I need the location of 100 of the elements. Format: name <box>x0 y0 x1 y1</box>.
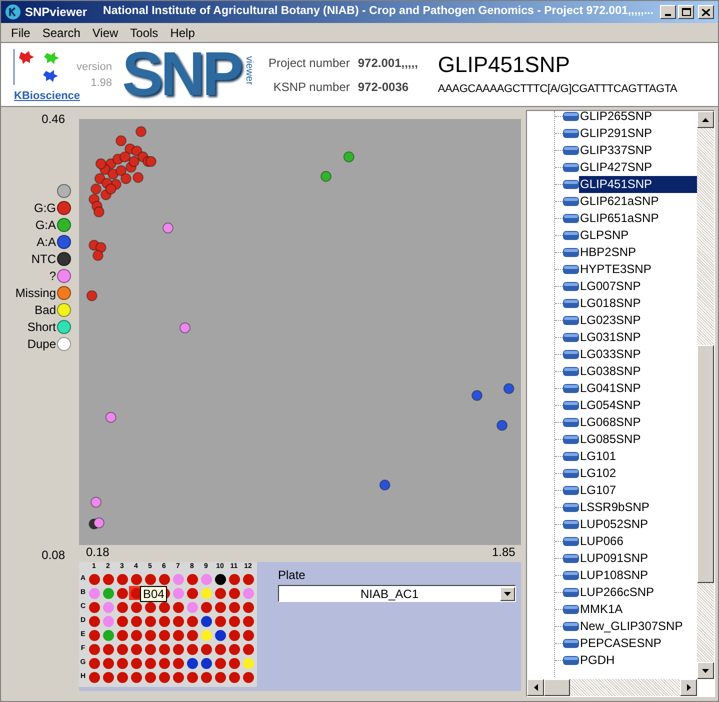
scroll-right-button[interactable] <box>680 679 697 696</box>
tag-icon <box>563 571 579 580</box>
tag-icon <box>563 333 579 342</box>
tree-item[interactable]: New_GLIP307SNP <box>579 618 683 635</box>
legend-label: ? <box>49 269 56 283</box>
menu-item[interactable]: Search <box>36 24 86 42</box>
plate-dropdown[interactable]: NIAB_AC1 <box>278 585 516 602</box>
menu-item[interactable]: View <box>86 24 124 42</box>
tree-item[interactable]: GLIP265SNP <box>579 111 652 125</box>
data-point <box>116 165 127 176</box>
tree-item[interactable]: GLPSNP <box>579 227 629 244</box>
tree-item[interactable]: LG023SNP <box>579 312 641 329</box>
tree-item[interactable]: LG038SNP <box>579 363 641 380</box>
tag-icon <box>563 435 579 444</box>
tag-icon <box>563 197 579 206</box>
tag-icon <box>563 384 579 393</box>
up-arrow-icon <box>702 118 709 122</box>
plate-label: Plate <box>278 567 306 584</box>
minimize-button[interactable] <box>660 5 676 19</box>
window-title: SNPviewer <box>25 4 88 21</box>
tree-item[interactable]: PGDH <box>579 652 615 669</box>
axis-label: 0.46 <box>42 113 65 125</box>
scroll-thumb[interactable] <box>697 345 714 583</box>
project-number: 972.001,,,,, <box>358 54 418 72</box>
product-logo-text: SNP <box>122 44 240 106</box>
scroll-down-button[interactable] <box>697 662 714 679</box>
tree-item[interactable]: LG102 <box>579 465 616 482</box>
data-point <box>95 158 106 170</box>
tag-icon <box>563 129 579 138</box>
tree-item[interactable]: GLIP291SNP <box>579 125 652 142</box>
menu-item[interactable]: Help <box>164 24 201 42</box>
tree-item[interactable]: LG085SNP <box>579 431 641 448</box>
tree-item[interactable]: LUP108SNP <box>579 567 648 584</box>
tree-item[interactable]: LG101 <box>579 448 616 465</box>
tag-icon <box>563 537 579 546</box>
scroll-left-button[interactable] <box>527 679 544 696</box>
tree-item[interactable]: LG068SNP <box>579 414 641 431</box>
tag-icon <box>563 180 579 189</box>
tag-icon <box>563 520 579 529</box>
horizontal-scrollbar[interactable] <box>527 679 697 696</box>
tree-item[interactable]: LG041SNP <box>579 380 641 397</box>
tag-icon <box>563 418 579 427</box>
tag-icon <box>563 622 579 631</box>
tree-item[interactable]: LG031SNP <box>579 329 641 346</box>
tree-item[interactable]: MMK1A <box>579 601 623 618</box>
tree-item[interactable]: GLIP621aSNP <box>579 193 659 210</box>
tree-item[interactable]: LUP091SNP <box>579 550 648 567</box>
axis-label: 1.85 <box>492 546 516 558</box>
version-number: 1.98 <box>90 76 112 90</box>
tag-icon <box>563 163 579 172</box>
tag-icon <box>563 452 579 461</box>
data-point <box>320 170 332 182</box>
scroll-thumb[interactable] <box>544 679 570 696</box>
project-number-label: Project number <box>268 54 350 72</box>
dropdown-button[interactable] <box>500 586 515 600</box>
tree-item[interactable]: LUP052SNP <box>579 516 648 533</box>
minimize-icon <box>665 14 671 16</box>
tree-item[interactable]: GLIP427SNP <box>579 159 652 176</box>
snp-name: GLIP451SNP <box>438 51 571 80</box>
data-point <box>132 172 144 184</box>
tree-item[interactable]: LSSR9bSNP <box>579 499 650 516</box>
tree-item[interactable]: LG107 <box>579 482 616 499</box>
tag-icon <box>563 588 579 597</box>
tree-item[interactable]: LG018SNP <box>579 295 641 312</box>
close-button[interactable] <box>698 5 714 19</box>
legend-label: Short <box>27 320 56 334</box>
product-logo-subtext: viewer <box>242 56 254 85</box>
tree-item[interactable]: PEPCASESNP <box>579 635 662 652</box>
menu-item[interactable]: File <box>5 24 36 42</box>
tree-item[interactable]: LG033SNP <box>579 346 641 363</box>
tree-item[interactable]: HYPTE3SNP <box>579 261 652 278</box>
plate-value: NIAB_AC1 <box>359 586 420 602</box>
tag-icon <box>563 554 579 563</box>
maximize-button[interactable] <box>678 5 694 19</box>
tree-item[interactable]: GLIP337SNP <box>579 142 652 159</box>
tag-icon <box>563 605 579 614</box>
tree-item[interactable]: HBP2SNP <box>579 244 636 261</box>
tree-item[interactable]: LUP066 <box>579 533 624 550</box>
caret-icon <box>504 592 511 596</box>
tag-icon <box>563 146 579 155</box>
vertical-scrollbar[interactable] <box>697 111 714 679</box>
tree-item[interactable]: LUP266cSNP <box>579 584 654 601</box>
tree-item[interactable]: GLIP651aSNP <box>579 210 659 227</box>
app-logo-icon <box>5 4 21 20</box>
data-point <box>90 496 102 508</box>
data-point <box>93 517 104 528</box>
menu-item[interactable]: Tools <box>124 24 164 42</box>
left-arrow-icon <box>534 684 538 691</box>
data-point <box>93 206 104 218</box>
legend-label: NTC <box>31 252 56 266</box>
tag-icon <box>563 112 579 121</box>
scroll-up-button[interactable] <box>697 111 714 128</box>
ksnp-number-label: KSNP number <box>272 78 350 96</box>
tree-item[interactable]: GLIP451SNP <box>579 176 697 193</box>
tree-item[interactable]: LG007SNP <box>579 278 641 295</box>
legend-label: A:A <box>36 235 56 249</box>
data-point <box>503 383 514 394</box>
ksnp-number: 972-0036 <box>358 78 410 96</box>
data-point <box>108 168 119 180</box>
tree-item[interactable]: LG054SNP <box>579 397 641 414</box>
